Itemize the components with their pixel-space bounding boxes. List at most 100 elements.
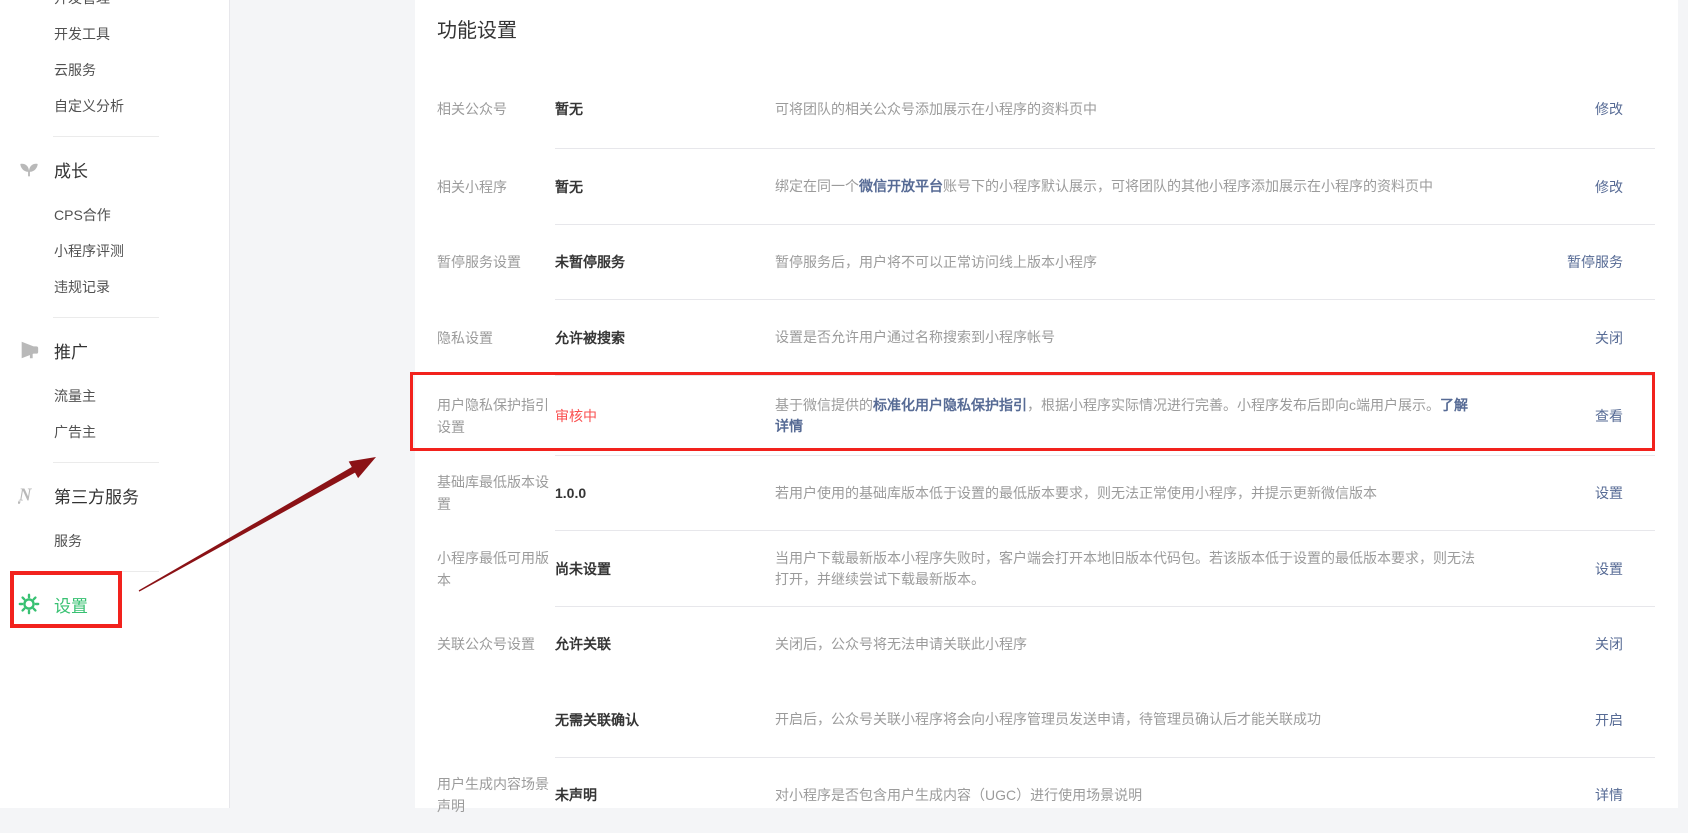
setting-value: 审核中 [555, 406, 775, 426]
sidebar-section-settings[interactable]: 设置 [0, 584, 229, 624]
settings-rows: 相关公众号暂无可将团队的相关公众号添加展示在小程序的资料页中修改相关小程序暂无绑… [415, 69, 1678, 833]
setting-action: 关闭 [1479, 634, 1623, 654]
setting-row-association-confirmation: 无需关联确认开启后，公众号关联小程序将会向小程序管理员发送申请，待管理员确认后才… [415, 682, 1678, 758]
sidebar-divider [53, 571, 159, 572]
setting-value: 未声明 [555, 785, 775, 805]
setting-label: 相关公众号 [437, 98, 555, 120]
sidebar: 开发管理开发工具云服务自定义分析成长 CPS合作小程序评测违规记录推广流量主广告主… [0, 0, 230, 808]
related-miniprograms-action-link[interactable]: 修改 [1595, 179, 1623, 195]
setting-row-min-available-version: 小程序最低可用版本尚未设置当用户下载最新版本小程序失败时，客户端会打开本地旧版本… [415, 531, 1678, 607]
privacy-setting-action-link[interactable]: 关闭 [1595, 330, 1623, 346]
sidebar-item-violation-records[interactable]: 违规记录 [0, 269, 229, 305]
sidebar-divider [53, 317, 159, 318]
description-text: 绑定在同一个 [775, 178, 859, 194]
setting-label: 关联公众号设置 [437, 633, 555, 655]
sidebar-item-cps-cooperation[interactable]: CPS合作 [0, 197, 229, 233]
setting-action: 查看 [1479, 406, 1623, 426]
sidebar-item-traffic-monetization[interactable]: 流量主 [0, 378, 229, 414]
page-title: 功能设置 [415, 0, 1678, 43]
setting-label: 用户隐私保护指引设置 [437, 394, 555, 438]
megaphone-icon [18, 339, 40, 361]
description-text: 可将团队的相关公众号添加展示在小程序的资料页中 [775, 101, 1097, 117]
setting-row-ugc-declaration: 用户生成内容场景声明未声明对小程序是否包含用户生成内容（UGC）进行使用场景说明… [415, 758, 1678, 833]
setting-row-suspend-service: 暂停服务设置未暂停服务暂停服务后，用户将不可以正常访问线上版本小程序 暂停服务 [415, 225, 1678, 301]
setting-description: 当用户下载最新版本小程序失败时，客户端会打开本地旧版本代码包。若该版本低于设置的… [775, 548, 1479, 590]
sidebar-section-label: 第三方服务 [54, 483, 139, 508]
description-text: ，根据小程序实际情况进行完善。小程序发布后即向c端用户展示。 [1027, 397, 1440, 413]
setting-row-privacy-guide: 用户隐私保护指引设置审核中基于微信提供的标准化用户隐私保护指引，根据小程序实际情… [415, 376, 1678, 456]
setting-row-min-sdk-version: 基础库最低版本设置1.0.0若用户使用的基础库版本低于设置的最低版本要求，则无法… [415, 456, 1678, 532]
setting-value: 允许关联 [555, 634, 775, 654]
sidebar-item-dev-tools[interactable]: 开发工具 [0, 16, 229, 52]
sidebar-section-label: 设置 [54, 592, 88, 617]
sidebar-item-custom-analytics[interactable]: 自定义分析 [0, 88, 229, 124]
third-party-icon: N [18, 484, 40, 506]
setting-action: 暂停服务 [1479, 252, 1623, 272]
privacy-guide-action-link[interactable]: 查看 [1595, 408, 1623, 424]
setting-value: 暂无 [555, 99, 775, 119]
setting-label: 暂停服务设置 [437, 251, 555, 273]
setting-action: 详情 [1479, 785, 1623, 805]
min-available-version-action-link[interactable]: 设置 [1595, 561, 1623, 577]
setting-action: 修改 [1479, 177, 1623, 197]
setting-row-related-official-accounts: 相关公众号暂无可将团队的相关公众号添加展示在小程序的资料页中 修改 [415, 69, 1678, 149]
description-text: 若用户使用的基础库版本低于设置的最低版本要求，则无法正常使用小程序，并提示更新微… [775, 485, 1377, 501]
sprout-icon [18, 158, 40, 180]
sidebar-section-growth[interactable]: 成长 [0, 149, 229, 189]
description-text: 账号下的小程序默认展示，可将团队的其他小程序添加展示在小程序的资料页中 [943, 178, 1433, 194]
sidebar-item-services[interactable]: 服务 [0, 523, 229, 559]
sidebar-nav: 开发管理开发工具云服务自定义分析成长 CPS合作小程序评测违规记录推广流量主广告主… [0, 0, 229, 624]
settings-panel: 功能设置 相关公众号暂无可将团队的相关公众号添加展示在小程序的资料页中修改相关小… [415, 0, 1678, 808]
setting-action: 设置 [1479, 483, 1623, 503]
description-text: 关闭后，公众号将无法申请关联此小程序 [775, 636, 1027, 652]
inline-link[interactable]: 微信开放平台 [859, 178, 943, 194]
setting-value: 1.0.0 [555, 485, 775, 501]
min-sdk-version-action-link[interactable]: 设置 [1595, 485, 1623, 501]
setting-value: 暂无 [555, 177, 775, 197]
setting-action: 设置 [1479, 559, 1623, 579]
sidebar-item-dev-management[interactable]: 开发管理 [0, 0, 229, 16]
setting-description: 设置是否允许用户通过名称搜索到小程序帐号 [775, 327, 1479, 348]
setting-value: 允许被搜索 [555, 328, 775, 348]
sidebar-item-cloud-services[interactable]: 云服务 [0, 52, 229, 88]
setting-label: 隐私设置 [437, 327, 555, 349]
description-text: 开启后，公众号关联小程序将会向小程序管理员发送申请，待管理员确认后才能关联成功 [775, 711, 1321, 727]
gear-icon [18, 593, 40, 615]
setting-value: 无需关联确认 [555, 710, 775, 730]
suspend-service-action-link[interactable]: 暂停服务 [1567, 254, 1623, 270]
setting-label: 相关小程序 [437, 176, 555, 198]
sidebar-section-label: 成长 [54, 157, 88, 182]
setting-description: 关闭后，公众号将无法申请关联此小程序 [775, 634, 1479, 655]
sidebar-section-promotion[interactable]: 推广 [0, 330, 229, 370]
setting-action: 修改 [1479, 99, 1623, 119]
setting-row-official-account-association: 关联公众号设置允许关联关闭后，公众号将无法申请关联此小程序 关闭 [415, 607, 1678, 683]
setting-row-privacy-setting: 隐私设置允许被搜索设置是否允许用户通过名称搜索到小程序帐号 关闭 [415, 300, 1678, 376]
description-text: 对小程序是否包含用户生成内容（UGC）进行使用场景说明 [775, 787, 1142, 803]
sidebar-item-advertiser[interactable]: 广告主 [0, 414, 229, 450]
setting-action: 开启 [1479, 710, 1623, 730]
description-text: 基于微信提供的 [775, 397, 873, 413]
setting-description: 对小程序是否包含用户生成内容（UGC）进行使用场景说明 [775, 785, 1479, 806]
sidebar-section-third-party-services[interactable]: N 第三方服务 [0, 475, 229, 515]
setting-value: 尚未设置 [555, 559, 775, 579]
setting-action: 关闭 [1479, 328, 1623, 348]
description-text: 暂停服务后，用户将不可以正常访问线上版本小程序 [775, 254, 1097, 270]
association-confirmation-action-link[interactable]: 开启 [1595, 712, 1623, 728]
setting-description: 暂停服务后，用户将不可以正常访问线上版本小程序 [775, 252, 1479, 273]
description-text: 设置是否允许用户通过名称搜索到小程序帐号 [775, 329, 1055, 345]
related-official-accounts-action-link[interactable]: 修改 [1595, 101, 1623, 117]
setting-description: 若用户使用的基础库版本低于设置的最低版本要求，则无法正常使用小程序，并提示更新微… [775, 483, 1479, 504]
setting-description: 绑定在同一个微信开放平台账号下的小程序默认展示，可将团队的其他小程序添加展示在小… [775, 176, 1479, 197]
sidebar-divider [53, 136, 159, 137]
setting-value: 未暂停服务 [555, 252, 775, 272]
sidebar-item-miniprogram-evaluation[interactable]: 小程序评测 [0, 233, 229, 269]
setting-label: 小程序最低可用版本 [437, 547, 555, 591]
setting-label: 基础库最低版本设置 [437, 471, 555, 515]
setting-description: 基于微信提供的标准化用户隐私保护指引，根据小程序实际情况进行完善。小程序发布后即… [775, 395, 1479, 437]
setting-description: 开启后，公众号关联小程序将会向小程序管理员发送申请，待管理员确认后才能关联成功 [775, 709, 1479, 730]
sidebar-section-label: 推广 [54, 338, 88, 363]
ugc-declaration-action-link[interactable]: 详情 [1595, 787, 1623, 803]
official-account-association-action-link[interactable]: 关闭 [1595, 636, 1623, 652]
inline-link[interactable]: 标准化用户隐私保护指引 [873, 397, 1027, 413]
sidebar-divider [53, 462, 159, 463]
